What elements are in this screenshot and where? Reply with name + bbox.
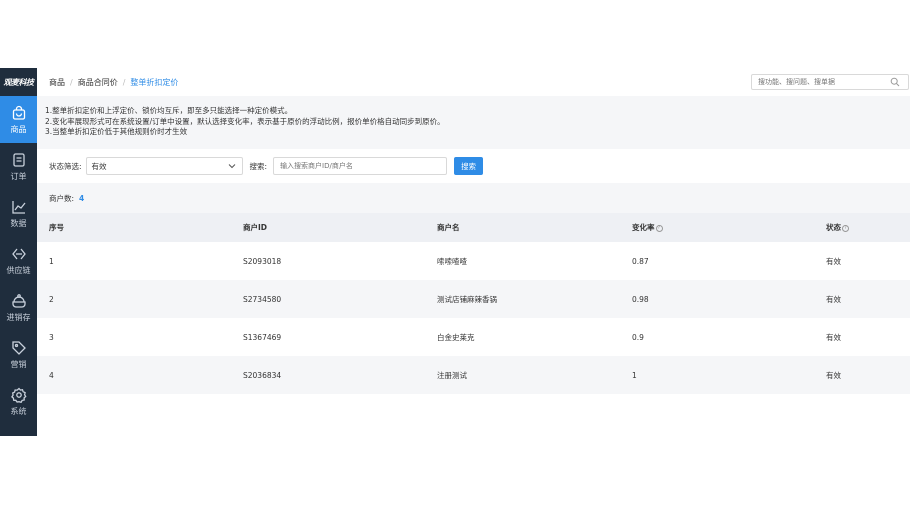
top-bar: 商品 / 商品合同价 / 整单折扣定价 [37, 68, 910, 96]
cell-merchant-name: 注册测试 [437, 370, 467, 380]
sidebar-item-label: 系统 [10, 406, 27, 416]
status-select-value: 有效 [91, 161, 107, 171]
sidebar-item-label: 供应链 [6, 265, 31, 275]
cell-rate: 0.87 [632, 256, 649, 266]
sidebar-item-label: 营销 [10, 359, 27, 369]
inventory-icon [11, 293, 26, 308]
search-label: 搜索: [249, 161, 268, 171]
sidebar-item-system[interactable]: 系统 [0, 378, 37, 425]
breadcrumb-item-current: 整单折扣定价 [130, 77, 179, 87]
app-shell: 观麦科技 商品 订单 数据 供应链 进销存 营销 系统 商品 / 商品合同价 /… [0, 68, 910, 436]
sidebar-item-orders[interactable]: 订单 [0, 143, 37, 190]
sidebar: 观麦科技 商品 订单 数据 供应链 进销存 营销 系统 [0, 68, 42, 436]
sidebar-item-inventory[interactable]: 进销存 [0, 284, 37, 331]
sidebar-item-label: 订单 [10, 171, 27, 181]
chevron-down-icon [228, 164, 235, 169]
order-icon [12, 152, 25, 167]
merchant-count-value: 4 [79, 193, 85, 203]
notice-line: 3.当整单折扣定价低于其他规则价时才生效 [45, 127, 188, 136]
chart-icon [11, 200, 26, 214]
global-search-input[interactable] [752, 75, 890, 89]
cell-rate: 0.9 [632, 332, 644, 342]
merchant-count-label: 商户数: [49, 193, 75, 203]
cell-merchant-name: 白金史莱克 [437, 332, 475, 342]
bag-icon [12, 105, 25, 120]
sidebar-item-label: 数据 [10, 218, 27, 228]
table-row: 4 S2036834 注册测试 1 有效 [37, 356, 910, 394]
cell-status: 有效 [826, 332, 841, 342]
settings-icon [10, 387, 27, 403]
cell-merchant-name: 测试店铺麻辣香锅 [437, 294, 497, 304]
cell-index: 3 [49, 332, 54, 342]
table-row: 1 S2093018 嗦嗦喳喳 0.87 有效 [37, 242, 910, 280]
sidebar-item-data[interactable]: 数据 [0, 190, 37, 237]
cell-status: 有效 [826, 256, 841, 266]
cell-merchant-id: S2093018 [243, 256, 282, 266]
merchant-search-input[interactable] [273, 157, 448, 175]
supply-chain-icon [11, 248, 26, 259]
filter-bar: 状态筛选: 有效 搜索: 搜索 [37, 149, 910, 183]
column-header-rate: 变化率? [632, 222, 663, 233]
table-header: 序号 商户ID 商户名 变化率? 状态? [37, 213, 910, 242]
column-header-rate-label: 变化率 [632, 223, 655, 232]
status-select[interactable]: 有效 [85, 157, 243, 175]
cell-merchant-id: S2734580 [243, 294, 282, 304]
cell-status: 有效 [826, 370, 841, 380]
cell-rate: 1 [632, 370, 637, 380]
cell-merchant-id: S2036834 [243, 370, 282, 380]
cell-rate: 0.98 [632, 294, 649, 304]
merchant-table: 序号 商户ID 商户名 变化率? 状态? 1 S2093018 嗦嗦喳喳 0.8… [37, 213, 910, 394]
sidebar-item-label: 进销存 [6, 312, 31, 322]
cell-index: 4 [49, 370, 54, 380]
help-icon[interactable]: ? [842, 224, 849, 232]
notice-line: 1.整单折扣定价和上浮定价、锁价均互斥，即至多只能选择一种定价模式。 [45, 106, 293, 115]
table-row: 3 S1367469 白金史莱克 0.9 有效 [37, 318, 910, 356]
search-icon[interactable] [890, 77, 900, 87]
column-header-merchant-id: 商户ID [243, 223, 268, 232]
cell-merchant-id: S1367469 [243, 332, 282, 342]
column-header-status: 状态? [826, 222, 849, 233]
column-header-status-label: 状态 [826, 223, 841, 232]
cell-status: 有效 [826, 294, 841, 304]
sidebar-item-marketing[interactable]: 营销 [0, 331, 37, 378]
status-filter-label: 状态筛选: [49, 161, 82, 171]
cell-index: 2 [49, 294, 54, 304]
sidebar-item-label: 商品 [10, 124, 27, 134]
logo: 观麦科技 [3, 77, 35, 87]
column-header-index: 序号 [49, 223, 64, 232]
notice-line: 2.变化率展现形式可在系统设置/订单中设置，默认选择变化率，表示基于原价的浮动比… [45, 116, 445, 126]
tag-icon [11, 340, 26, 355]
merchant-count-bar: 商户数: 4 [37, 183, 910, 213]
notice-panel: 1.整单折扣定价和上浮定价、锁价均互斥，即至多只能选择一种定价模式。 2.变化率… [37, 96, 910, 149]
table-row: 2 S2734580 测试店铺麻辣香锅 0.98 有效 [37, 280, 910, 318]
sidebar-item-supply-chain[interactable]: 供应链 [0, 237, 37, 284]
sidebar-item-products[interactable]: 商品 [0, 96, 42, 143]
global-search [751, 74, 909, 90]
column-header-merchant-name: 商户名 [437, 223, 460, 232]
cell-index: 1 [49, 256, 54, 266]
breadcrumb-item-products[interactable]: 商品 [49, 77, 65, 88]
cell-merchant-name: 嗦嗦喳喳 [437, 256, 467, 266]
breadcrumb: 商品 / 商品合同价 / 整单折扣定价 [49, 77, 179, 88]
help-icon[interactable]: ? [655, 224, 663, 232]
breadcrumb-item-contract-price[interactable]: 商品合同价 [78, 77, 118, 88]
search-button[interactable]: 搜索 [454, 157, 484, 175]
